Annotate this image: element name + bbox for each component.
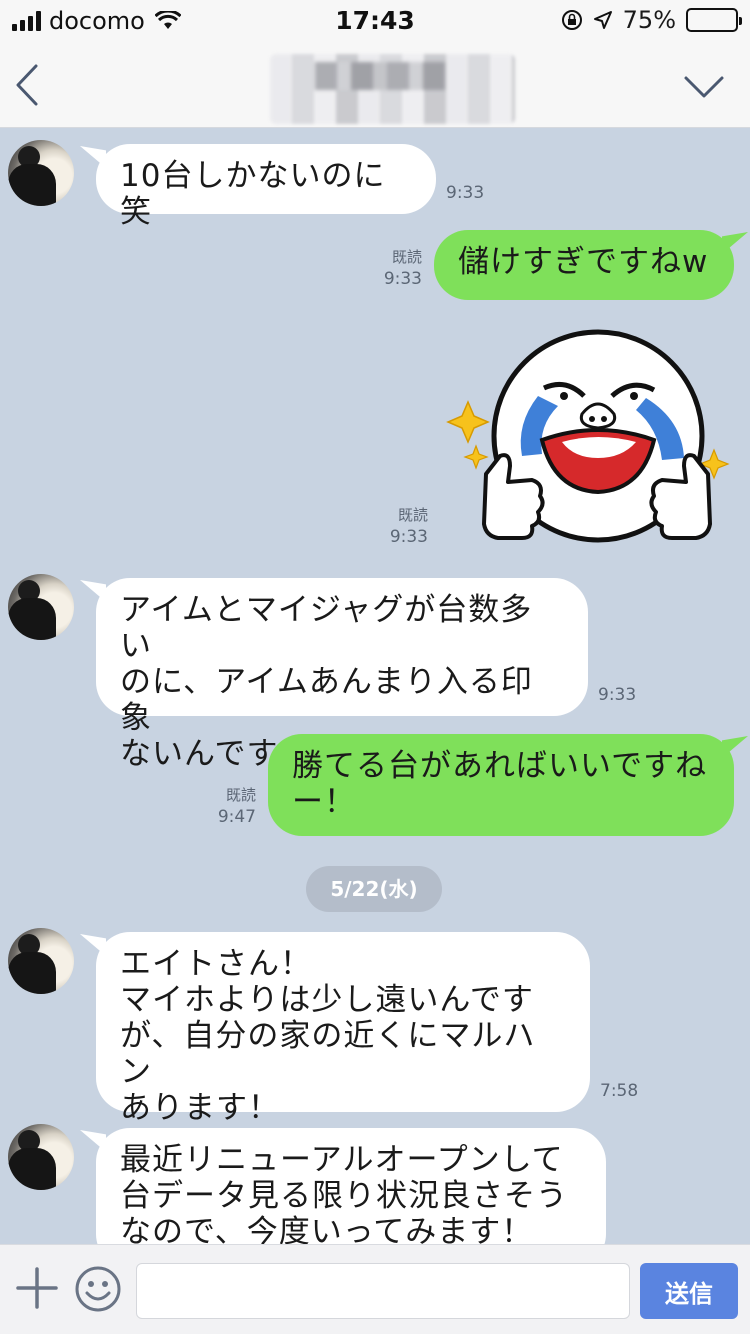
message-text: 10台しかないのに笑	[120, 158, 386, 230]
message-bubble-incoming[interactable]: エイトさん！ マイホよりは少し遠いんです が、自分の家の近くにマルハン あります…	[96, 932, 590, 1126]
chevron-down-icon[interactable]	[682, 66, 726, 106]
read-receipt: 既読	[397, 506, 428, 524]
message-list[interactable]: 10台しかないのに笑 9:33 既読 9:33 儲けすぎですねw 既読 9:33	[0, 128, 750, 1244]
date-divider: 5/22(水)	[306, 866, 442, 912]
message-input[interactable]	[136, 1263, 630, 1319]
message-meta: 既読 9:33	[370, 246, 422, 290]
battery-percent: 75%	[622, 6, 676, 34]
avatar[interactable]	[8, 928, 74, 994]
smiley-icon[interactable]	[74, 1265, 122, 1313]
message-time: 9:33	[446, 183, 485, 203]
read-receipt: 既読	[391, 248, 422, 266]
chat-header	[0, 40, 750, 128]
status-bar: docomo 17:43 75%	[0, 0, 750, 40]
message-time: 9:33	[598, 685, 637, 705]
message-bubble-outgoing[interactable]: 儲けすぎですねw	[434, 230, 734, 300]
crying-laughing-moon-sticker[interactable]	[446, 324, 736, 564]
avatar[interactable]	[8, 140, 74, 206]
message-meta: 9:33	[598, 684, 658, 706]
read-receipt: 既読	[225, 786, 256, 804]
message-text: 最近リニューアルオープンして 台データ見る限り状況良さそう なので、今度いってみ…	[120, 1142, 568, 1244]
message-bubble-incoming[interactable]: アイムとマイジャグが台数多い のに、アイムあんまり入る印象 ないんですよね、、	[96, 578, 588, 772]
message-time: 7:58	[600, 1081, 639, 1101]
message-meta: 既読 9:47	[204, 784, 256, 828]
message-bubble-incoming[interactable]: 10台しかないのに笑	[96, 144, 436, 230]
message-time: 9:33	[383, 269, 422, 289]
chat-title-obscured	[270, 54, 515, 124]
plus-icon[interactable]	[16, 1267, 58, 1309]
message-meta: 既読 9:33	[376, 504, 428, 548]
message-meta: 9:33	[446, 182, 506, 204]
input-bar: 送信	[0, 1244, 750, 1334]
avatar[interactable]	[8, 574, 74, 640]
battery-icon	[686, 8, 742, 32]
message-bubble-outgoing[interactable]: 勝てる台があればいいですね ー！	[268, 734, 734, 836]
message-time: 9:47	[217, 807, 256, 827]
message-time: 9:33	[389, 527, 428, 547]
message-text: 勝てる台があればいいですね ー！	[292, 748, 708, 820]
message-text: エイトさん！ マイホよりは少し遠いんです が、自分の家の近くにマルハン あります…	[120, 946, 536, 1126]
location-arrow-icon	[593, 11, 612, 29]
message-bubble-incoming[interactable]: 最近リニューアルオープンして 台データ見る限り状況良さそう なので、今度いってみ…	[96, 1128, 606, 1244]
send-button[interactable]: 送信	[640, 1263, 738, 1319]
message-meta: 7:58	[600, 1080, 660, 1102]
orientation-lock-icon	[561, 10, 582, 30]
chevron-left-icon[interactable]	[10, 60, 50, 110]
message-text: 儲けすぎですねw	[458, 244, 709, 280]
avatar[interactable]	[8, 1124, 74, 1190]
